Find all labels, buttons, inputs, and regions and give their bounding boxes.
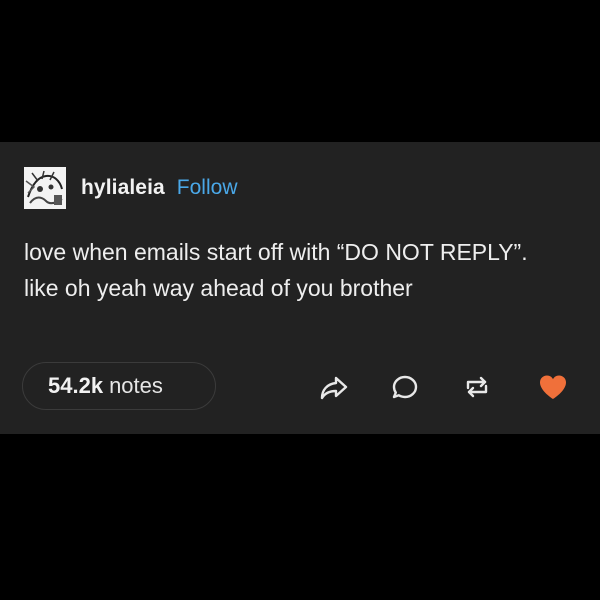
post-text: love when emails start off with “DO NOT … [24,239,528,301]
reply-button[interactable] [389,371,421,403]
heart-icon [540,375,566,399]
avatar-image [24,167,66,209]
reply-icon [392,375,418,399]
share-button[interactable] [318,371,350,403]
avatar[interactable] [24,167,66,209]
follow-button[interactable]: Follow [177,176,238,200]
post-actions [0,371,600,403]
post-card: hylialeia Follow love when emails start … [0,142,600,434]
username[interactable]: hylialeia [81,176,165,200]
reblog-button[interactable] [461,371,493,403]
like-button[interactable] [537,371,569,403]
reblog-icon [466,376,488,398]
share-icon [320,376,348,400]
post-header: hylialeia Follow [24,167,237,209]
